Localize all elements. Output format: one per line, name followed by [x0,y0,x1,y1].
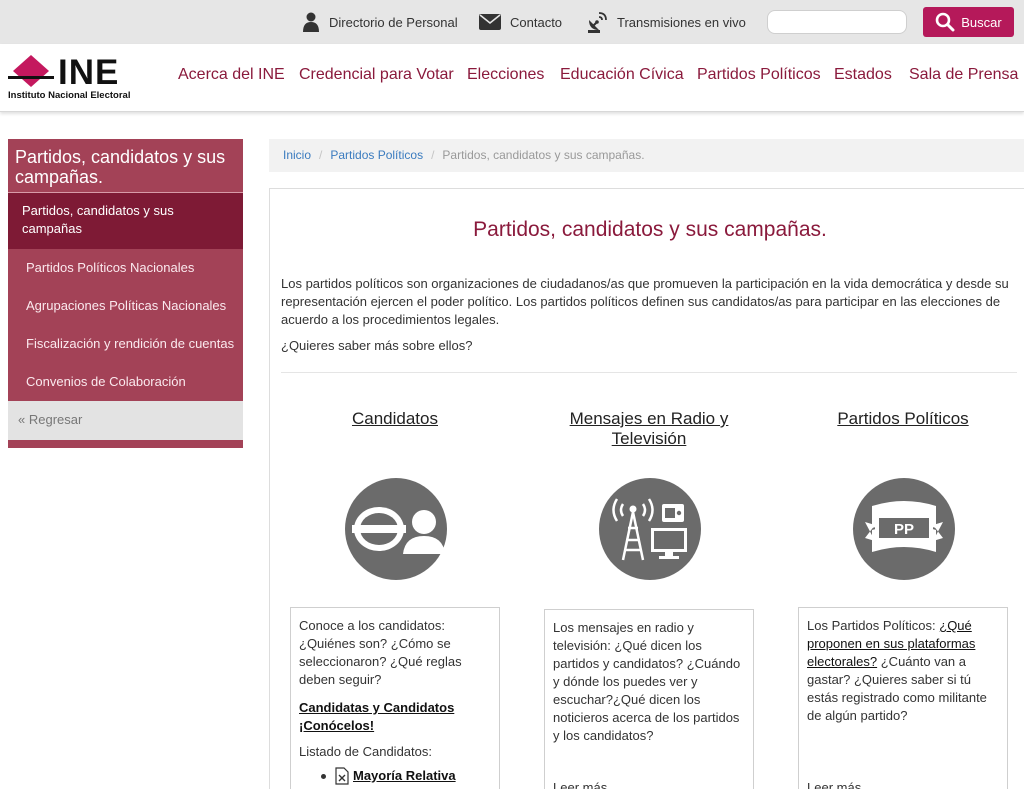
ine-logo[interactable]: INE Instituto Nacional Electoral [8,54,156,104]
media-title-link[interactable]: Mensajes en Radio y Televisión [549,409,749,449]
candidates-link-line1[interactable]: Candidatas y Candidatos [299,700,454,715]
mayoria-relativa-link[interactable]: Mayoría Relativa [353,767,456,785]
candidates-list-label: Listado de Candidatos: [299,744,432,759]
candidates-list: Mayoría Relativa [299,767,491,785]
list-item: Mayoría Relativa [321,767,491,785]
breadcrumb-current: Partidos, candidatos y sus campañas. [442,148,645,162]
nav-partidos-politicos[interactable]: Partidos Políticos [697,66,821,84]
nav-acerca[interactable]: Acerca del INE [178,66,285,84]
media-read-more-link[interactable]: Leer más... [553,779,618,789]
satellite-dish-icon [588,12,607,33]
parties-read-more-link[interactable]: Leer más... [807,779,872,789]
candidates-icon[interactable] [345,478,447,580]
media-text: Los mensajes en radio y televisión: ¿Qué… [553,620,741,743]
search-icon [935,12,955,32]
sidebar-item-partidos-nacionales[interactable]: Partidos Políticos Nacionales [8,249,243,287]
logo-subtitle: Instituto Nacional Electoral [8,90,131,101]
utility-bar: Directorio de Personal Contacto Transmis… [0,0,1024,44]
sidebar: Partidos, candidatos y sus campañas. Par… [8,139,243,448]
sidebar-item-fiscalizacion[interactable]: Fiscalización y rendición de cuentas [8,325,243,363]
intro-paragraph: Los partidos políticos son organizacione… [281,276,1009,327]
candidates-icon-graphic [352,507,445,554]
sidebar-title: Partidos, candidatos y sus campañas. [8,139,243,193]
divider [281,372,1017,373]
candidates-title-link[interactable]: Candidatos [295,409,495,429]
parties-icon[interactable]: PP [853,478,955,580]
directory-link[interactable]: Directorio de Personal [302,0,458,44]
parties-text: Los Partidos Políticos: ¿Qué proponen en… [807,617,999,725]
sidebar-item-convenios[interactable]: Convenios de Colaboración [8,363,243,401]
candidates-link-line2[interactable]: ¡Conócelos! [299,718,374,733]
pp-icon-text: PP [894,521,914,538]
media-card: Los mensajes en radio y televisión: ¿Qué… [544,609,754,789]
contact-label: Contacto [510,14,563,30]
sidebar-item-agrupaciones[interactable]: Agrupaciones Políticas Nacionales [8,287,243,325]
nav-educacion-civica[interactable]: Educación Cívica [560,66,684,84]
parties-pp-icon: PP [865,501,943,552]
breadcrumb-separator: / [431,148,435,162]
breadcrumb-separator: / [319,148,323,162]
live-broadcast-label: Transmisiones en vivo [617,14,746,30]
candidates-card: Conoce a los candidatos: ¿Quiénes son? ¿… [290,607,500,789]
radio-tv-tower-icon [612,498,687,561]
sidebar-item-active[interactable]: Partidos, candidatos y sus campañas [8,193,243,249]
bullet [321,773,326,779]
breadcrumb: Inicio / Partidos Políticos / Partidos, cand… [269,139,1024,172]
candidates-text: Conoce a los candidatos: ¿Quiénes son? ¿… [299,618,462,687]
nav-credencial[interactable]: Credencial para Votar [299,66,454,84]
parties-card: Los Partidos Políticos: ¿Qué proponen en… [798,607,1008,789]
search-button-label: Buscar [961,14,1002,30]
nav-elecciones[interactable]: Elecciones [467,66,544,84]
search-input[interactable] [767,10,907,34]
envelope-icon [479,14,501,30]
search-button[interactable]: Buscar [923,7,1014,37]
directory-label: Directorio de Personal [329,14,458,30]
nav-estados[interactable]: Estados [834,66,892,84]
ine-diamond-logo-mark [8,55,54,87]
parties-text-before: Los Partidos Políticos: [807,618,936,633]
live-broadcast-link[interactable]: Transmisiones en vivo [586,0,746,44]
breadcrumb-home[interactable]: Inicio [283,148,311,162]
page-title: Partidos, candidatos y sus campañas. [473,218,827,241]
media-icon[interactable] [599,478,701,580]
site-header: INE Instituto Nacional Electoral Acerca … [0,44,1024,112]
parties-title-link[interactable]: Partidos Políticos [803,409,1003,429]
breadcrumb-section[interactable]: Partidos Políticos [330,148,423,162]
back-link[interactable]: « Regresar [8,401,243,448]
intro-question: ¿Quieres saber más sobre ellos? [281,338,473,353]
excel-file-icon [335,767,349,785]
main-content: Partidos, candidatos y sus campañas. Los… [269,188,1024,789]
person-icon [303,12,319,32]
nav-sala-de-prensa[interactable]: Sala de Prensa [909,66,1018,84]
contact-link[interactable]: Contacto [479,0,562,44]
logo-word: INE [58,53,120,92]
